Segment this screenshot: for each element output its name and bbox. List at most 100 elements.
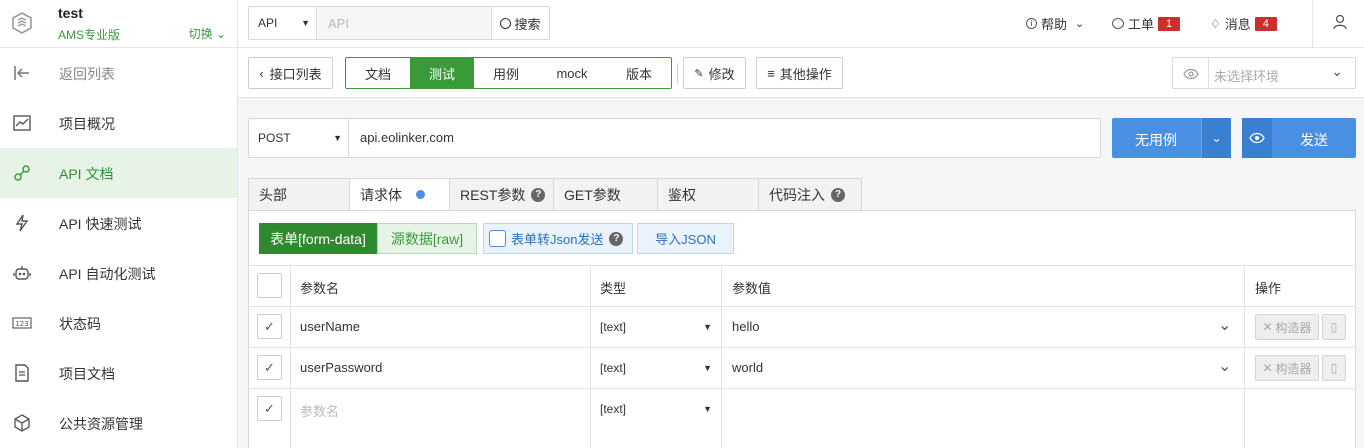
raw-data-button[interactable]: 源数据[raw]	[377, 223, 477, 254]
cube-icon	[14, 414, 30, 432]
tab-cases[interactable]: 用例	[474, 57, 538, 89]
bell-icon: ♢	[1210, 16, 1221, 31]
tab-code-inject[interactable]: 代码注入?	[758, 178, 862, 211]
more-actions-button[interactable]: ≡ 其他操作	[756, 57, 843, 89]
chevron-down-icon: ⌄	[1201, 118, 1231, 158]
tab-doc[interactable]: 文档	[346, 57, 410, 89]
back-to-list-button[interactable]: ‹ 接口列表	[248, 57, 333, 89]
ticket-count-badge: 1	[1158, 16, 1181, 31]
top-bar: API ▼ API 搜索 i 帮助 ⌄ 工单 1 ♢ 消息 4	[238, 0, 1364, 48]
tab-auth[interactable]: 鉴权	[657, 178, 759, 211]
builder-button[interactable]: ✕ 构造器	[1255, 355, 1319, 381]
sidebar-item-label: API 快速测试	[59, 216, 142, 232]
form-data-button[interactable]: 表单[form-data]	[259, 223, 377, 254]
check-icon: ✓	[264, 318, 275, 334]
dot-indicator	[416, 190, 425, 199]
tab-rest-params[interactable]: REST参数?	[449, 178, 554, 211]
chevron-down-icon: ⌄	[215, 27, 226, 41]
chevron-down-icon[interactable]: ⌄	[1218, 315, 1231, 335]
menu-icon: ≡	[767, 65, 775, 81]
tab-headers[interactable]: 头部	[248, 178, 350, 211]
chevron-down-icon: ⌄	[1331, 63, 1343, 79]
back-arrow-icon	[14, 66, 29, 80]
select-all-checkbox[interactable]	[257, 273, 282, 298]
sidebar-item-label: API 文档	[59, 166, 114, 182]
builder-button[interactable]: ✕ 构造器	[1255, 314, 1319, 340]
param-value-input[interactable]: world	[732, 360, 763, 375]
environment-placeholder: 未选择环境	[1214, 69, 1280, 84]
user-icon[interactable]	[1332, 14, 1348, 30]
delete-icon[interactable]: ▯	[1322, 314, 1346, 340]
environment-select[interactable]: 未选择环境 ⌄	[1172, 57, 1356, 89]
chevron-down-icon[interactable]: ⌄	[1218, 356, 1231, 376]
sidebar: test AMS专业版 切换 ⌄ 返回列表 项目概况 API 文档 API 快速…	[0, 0, 238, 448]
sidebar-item-resources[interactable]: 公共资源管理	[0, 398, 237, 448]
document-icon	[15, 364, 29, 382]
param-name-input[interactable]: userName	[300, 319, 360, 334]
help-icon: ?	[831, 187, 845, 202]
url-input[interactable]: api.eolinker.com	[360, 130, 454, 145]
send-button[interactable]: 发送	[1242, 118, 1356, 158]
chat-icon	[1112, 18, 1124, 29]
eye-icon	[1242, 118, 1272, 158]
import-json-button[interactable]: 导入JSON	[637, 223, 734, 254]
help-icon: ?	[609, 231, 624, 246]
sidebar-item-api-doc[interactable]: API 文档	[0, 148, 237, 198]
type-select[interactable]: [text] ▼	[600, 402, 718, 416]
checkbox[interactable]	[489, 230, 506, 247]
help-menu[interactable]: i 帮助 ⌄	[1026, 14, 1084, 33]
param-name-input[interactable]: 参数名	[300, 401, 339, 420]
edit-button[interactable]: ✎ 修改	[683, 57, 746, 89]
row-checkbox[interactable]: ✓	[257, 314, 282, 339]
tab-body[interactable]: 请求体	[349, 178, 450, 211]
tab-mock[interactable]: mock	[538, 57, 606, 89]
type-select[interactable]: [text] ▼	[600, 361, 718, 375]
search-button[interactable]: 搜索	[491, 7, 549, 39]
type-select[interactable]: [text] ▼	[600, 320, 718, 334]
sidebar-item-label: 项目文档	[59, 366, 115, 382]
sidebar-item-label: API 自动化测试	[59, 266, 156, 282]
eye-icon	[1183, 68, 1199, 80]
message-count-badge: 4	[1254, 16, 1277, 31]
sidebar-item-status-code[interactable]: 123 状态码	[0, 298, 237, 348]
sidebar-item-project-docs[interactable]: 项目文档	[0, 348, 237, 398]
switch-project-button[interactable]: 切换 ⌄	[189, 25, 226, 42]
sidebar-item-label: 公共资源管理	[59, 416, 143, 432]
sidebar-item-quick-test[interactable]: API 快速测试	[0, 198, 237, 248]
sidebar-item-overview[interactable]: 项目概况	[0, 98, 237, 148]
check-icon: ✓	[264, 400, 275, 416]
chevron-down-icon: ⌄	[1075, 18, 1085, 30]
delete-icon[interactable]: ▯	[1322, 355, 1346, 381]
search-input[interactable]: API	[318, 7, 490, 39]
divider	[677, 63, 678, 83]
ticket-button[interactable]: 工单 1	[1112, 14, 1181, 33]
tab-version[interactable]: 版本	[606, 57, 672, 89]
header-value: 参数值	[732, 281, 772, 296]
params-table: 参数名 类型 参数值 操作 ✓ userName [text] ▼ hello ⌄…	[248, 265, 1356, 448]
row-checkbox[interactable]: ✓	[257, 355, 282, 380]
json-toggle[interactable]: 表单转Json发送?	[483, 223, 633, 254]
svg-text:123: 123	[15, 320, 28, 328]
dropdown-arrow-icon: ▼	[333, 133, 342, 143]
param-name-input[interactable]: userPassword	[300, 360, 382, 375]
sidebar-item-label: 状态码	[59, 316, 101, 332]
message-button[interactable]: ♢ 消息 4	[1210, 14, 1277, 33]
param-value-input[interactable]: hello	[732, 319, 759, 334]
sidebar-item-back[interactable]: 返回列表	[0, 48, 237, 98]
dropdown-arrow-icon: ▼	[301, 18, 310, 28]
wrench-icon: ✕	[1262, 361, 1273, 375]
logo-icon	[12, 12, 32, 34]
edition-label: AMS专业版	[58, 28, 121, 42]
tab-test[interactable]: 测试	[410, 57, 474, 89]
tab-get-params[interactable]: GET参数	[553, 178, 658, 211]
search-type-select[interactable]: API ▼	[249, 7, 317, 39]
case-select[interactable]: 无用例 ⌄	[1112, 118, 1231, 158]
sidebar-item-auto-test[interactable]: API 自动化测试	[0, 248, 237, 298]
method-select[interactable]: POST ▼	[249, 119, 349, 157]
check-icon: ✓	[264, 359, 275, 375]
header-actions: 操作	[1255, 281, 1282, 296]
divider	[1312, 0, 1313, 48]
wrench-icon: ✕	[1262, 320, 1273, 334]
row-checkbox[interactable]: ✓	[257, 396, 282, 421]
search-bar: API ▼ API 搜索	[248, 6, 550, 40]
